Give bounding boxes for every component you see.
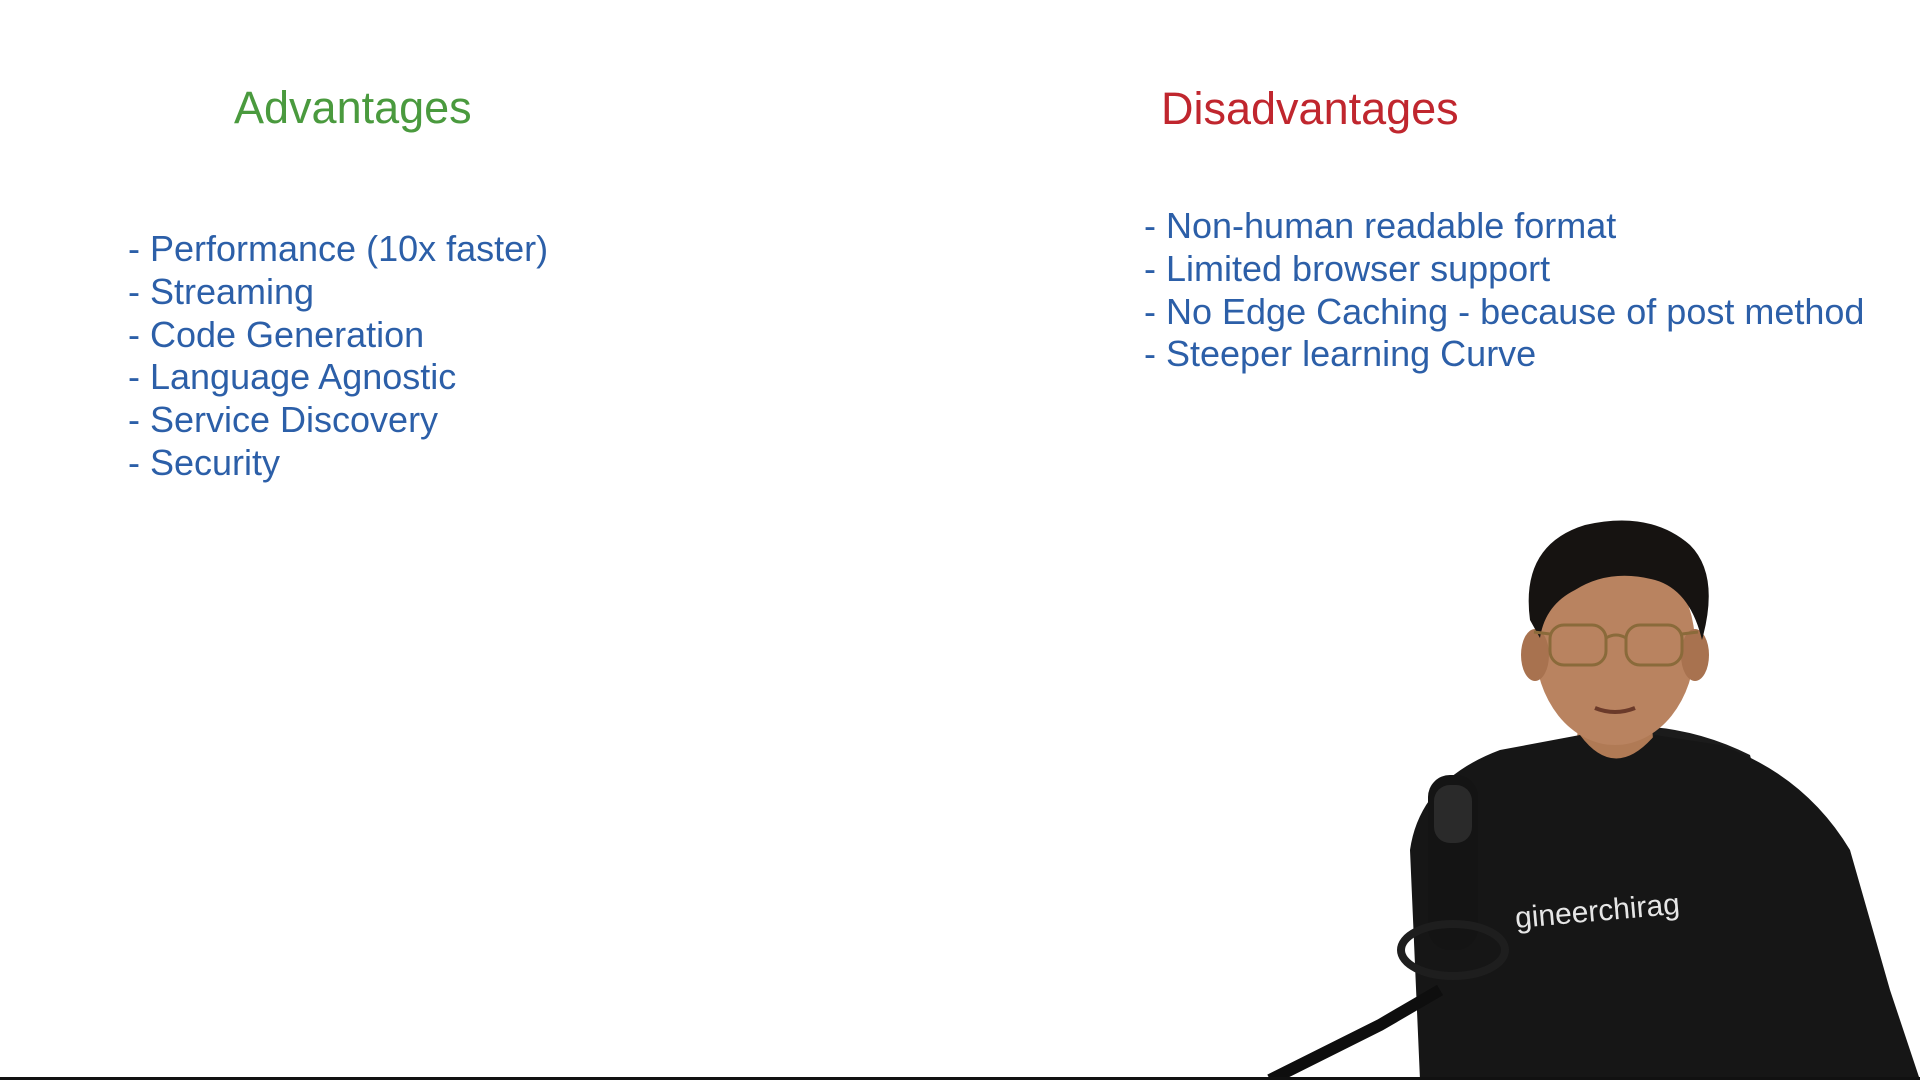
disadvantages-item: - Limited browser support [1144,247,1551,289]
advantages-item: - Language Agnostic [128,356,457,398]
mic-arm [1267,984,1444,1080]
advantages-list: - Performance (10x faster) - Streaming -… [128,228,548,485]
presenter-ear-left [1521,629,1549,681]
disadvantages-item: - Non-human readable format [1144,205,1617,246]
advantages-item: - Security [128,441,281,483]
slide: Advantages - Performance (10x faster) - … [0,0,1920,1080]
advantages-title: Advantages [234,82,472,133]
disadvantages-list: - Non-human readable format - Limited br… [1144,205,1864,376]
advantages-item: - Service Discovery [128,399,439,441]
disadvantages-item: - No Edge Caching - because of post meth… [1144,290,1865,332]
disadvantages-item: - Steeper learning Curve [1144,333,1537,375]
disadvantages-title: Disadvantages [1161,83,1459,134]
advantages-item: - Performance (10x faster) [128,228,549,269]
advantages-item: - Code Generation [128,313,425,355]
advantages-item: - Streaming [128,270,315,312]
presenter-ear-right [1681,629,1709,681]
presenter-webcam: gineerchirag [1267,520,1920,1080]
